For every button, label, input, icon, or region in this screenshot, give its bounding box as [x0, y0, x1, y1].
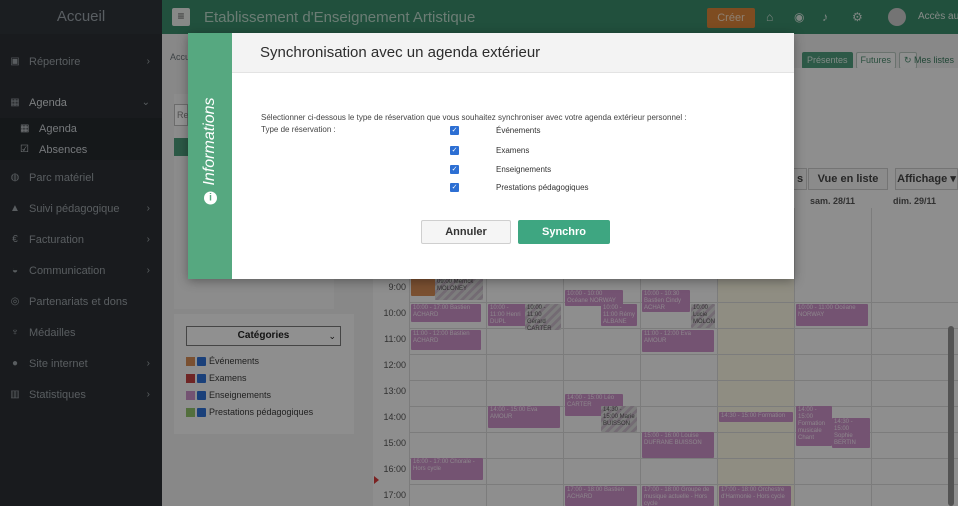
- modal-intro-text: Sélectionner ci-dessous le type de réser…: [261, 113, 687, 122]
- evenements-checkbox[interactable]: ✓: [450, 126, 459, 135]
- modal-title: Synchronisation avec un agenda extérieur: [260, 44, 541, 61]
- modal-side-label-text: Informations: [201, 97, 218, 186]
- option-evenements[interactable]: ✓ Événements: [450, 126, 540, 135]
- option-enseignements[interactable]: ✓ Enseignements: [450, 165, 551, 174]
- option-label: Examens: [496, 146, 530, 155]
- modal-side-label: i Informations: [201, 97, 219, 205]
- option-examens[interactable]: ✓ Examens: [450, 146, 529, 155]
- examens-checkbox[interactable]: ✓: [450, 146, 459, 155]
- option-label: Événements: [496, 126, 541, 135]
- info-icon: i: [203, 191, 217, 205]
- cancel-button[interactable]: Annuler: [421, 220, 511, 244]
- modal-side-tab: i Informations: [188, 33, 232, 279]
- prestations-checkbox[interactable]: ✓: [450, 183, 459, 192]
- option-label: Enseignements: [496, 165, 552, 174]
- option-label: Prestations pédagogiques: [496, 183, 589, 192]
- sync-modal: i Informations Synchronisation avec un a…: [188, 33, 794, 279]
- modal-header: Synchronisation avec un agenda extérieur: [232, 33, 794, 73]
- reservation-type-label: Type de réservation :: [261, 125, 336, 134]
- option-prestations[interactable]: ✓ Prestations pédagogiques: [450, 183, 589, 192]
- sync-button[interactable]: Synchro: [518, 220, 610, 244]
- enseignements-checkbox[interactable]: ✓: [450, 165, 459, 174]
